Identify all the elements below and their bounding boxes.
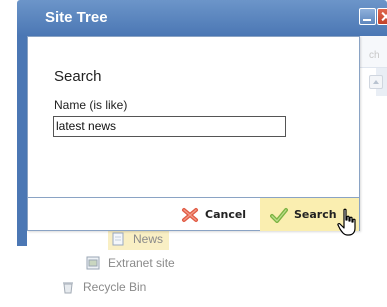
cancel-x-icon (181, 207, 199, 223)
hand-cursor-icon (336, 208, 360, 240)
cancel-button-label: Cancel (205, 208, 247, 221)
checkmark-icon (270, 207, 288, 223)
background-hint-text: ch (369, 50, 380, 61)
search-dialog: Search Name (is like) latest news Cancel (27, 36, 360, 231)
tree-item-extranet-site[interactable]: Extranet site (86, 254, 175, 272)
trash-icon (61, 280, 75, 294)
tree-item-label: Recycle Bin (83, 280, 147, 294)
window-border-left (17, 36, 27, 246)
tree-item-label: News (133, 232, 164, 246)
page-icon (111, 232, 125, 246)
dialog-heading: Search (54, 68, 102, 85)
minimize-icon[interactable] (359, 8, 376, 25)
site-icon (86, 256, 100, 270)
window-title: Site Tree (45, 9, 108, 26)
tree-item-news[interactable]: News (108, 228, 170, 250)
window-titlebar: Site Tree (17, 0, 387, 36)
close-icon[interactable] (377, 8, 387, 25)
name-field-label: Name (is like) (54, 98, 128, 112)
cancel-button[interactable]: Cancel (173, 198, 255, 231)
name-search-input[interactable]: latest news (53, 116, 286, 137)
dialog-footer: Cancel Search (28, 197, 359, 231)
site-tree-window: Site Tree ch News Extranet site Recycle … (0, 0, 387, 307)
tree-item-recycle-bin[interactable]: Recycle Bin (61, 278, 146, 296)
search-button-label: Search (294, 208, 337, 221)
scroll-up-icon[interactable] (369, 75, 383, 89)
tree-item-label: Extranet site (108, 256, 175, 270)
